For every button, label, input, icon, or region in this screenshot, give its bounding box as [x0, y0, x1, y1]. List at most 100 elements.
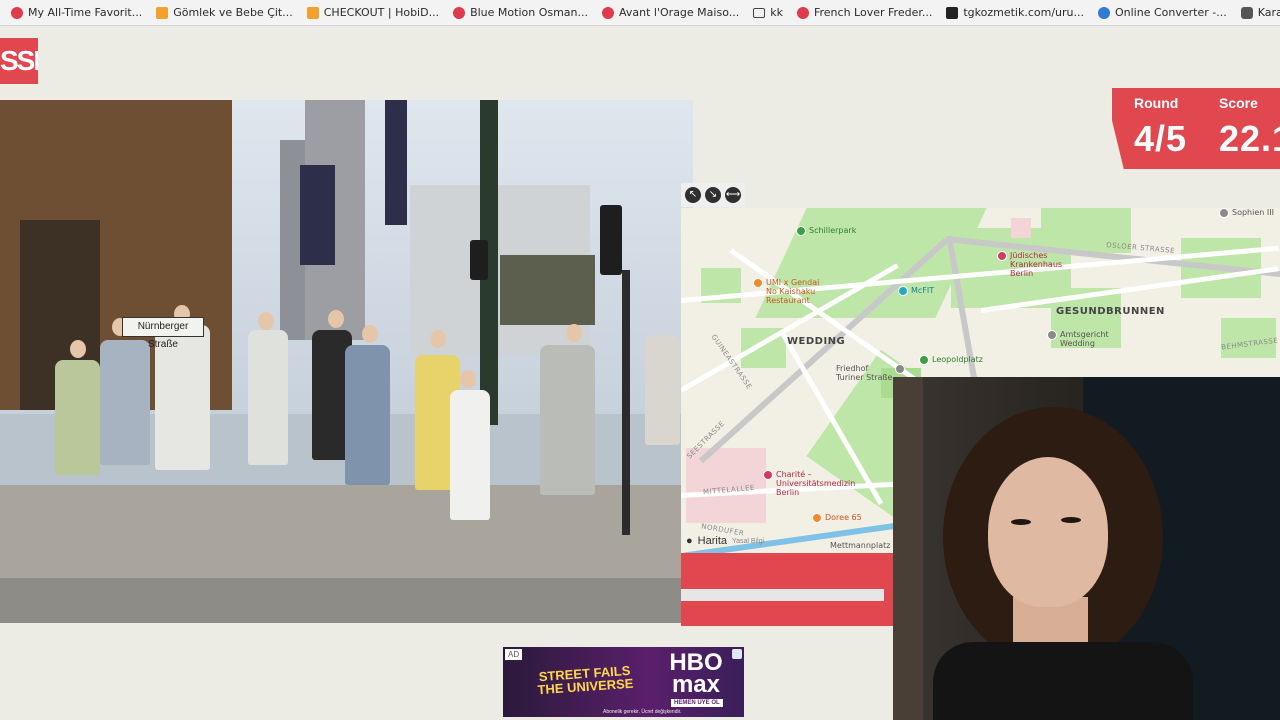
webcam-overlay [893, 377, 1280, 720]
map-resize-track[interactable] [681, 589, 884, 601]
bookmark-item[interactable]: kk [746, 2, 790, 24]
favicon-icon [1098, 6, 1110, 19]
map-district-label: GESUNDBRUNNEN [1056, 306, 1165, 317]
pano-traffic-light [600, 205, 622, 275]
map-poi-label: Sophien III [1232, 208, 1274, 217]
map-poi[interactable]: Leopoldplatz [919, 355, 983, 365]
pano-person-head [430, 330, 446, 348]
pano-person-head [70, 340, 86, 358]
pano-light-pole [622, 270, 630, 535]
map-poi[interactable]: Jüdisches Krankenhaus Berlin [997, 251, 1062, 278]
pano-person-child [450, 390, 490, 520]
favicon-icon [453, 6, 466, 19]
pano-person [100, 340, 150, 465]
pano-person-head [328, 310, 344, 328]
map-poi-hospital-icon [763, 470, 773, 480]
map-poi-building-icon [1219, 208, 1229, 218]
bookmark-label: kk [770, 6, 783, 19]
bookmark-label: Avant l'Orage Maiso... [619, 6, 740, 19]
map-poi-park-icon [796, 226, 806, 236]
map-brand-label: Harita [697, 535, 727, 547]
map-poi-hospital-icon [997, 251, 1007, 261]
map-pin-icon[interactable]: ⟷ [725, 187, 741, 203]
ad-close-icon[interactable] [732, 649, 742, 659]
bookmark-label: Online Converter -... [1115, 6, 1227, 19]
map-poi-label: McFIT [911, 286, 935, 295]
bookmark-item[interactable]: My All-Time Favorit... [4, 2, 149, 24]
pano-person [248, 330, 288, 465]
map-poi[interactable]: Doree 65 [812, 513, 862, 523]
favicon-icon [156, 6, 169, 19]
pano-banner-2 [385, 100, 407, 225]
map-poi-restaurant-icon [753, 278, 763, 288]
pano-person-head [362, 325, 378, 343]
map-poi[interactable]: Schillerpark [796, 226, 856, 236]
map-poi-label: Doree 65 [825, 513, 862, 522]
bookmark-item[interactable]: Avant l'Orage Maiso... [595, 2, 746, 24]
advertisement-banner[interactable]: AD STREET FAILS THE UNIVERSE HBO max HEM… [503, 647, 744, 717]
street-view-panorama[interactable]: Nürnberger Straße [0, 100, 693, 623]
map-poi-label: Jüdisches Krankenhaus Berlin [1010, 251, 1063, 278]
map-poi-building-icon [1047, 330, 1057, 340]
bookmark-label: tgkozmetik.com/uru... [963, 6, 1084, 19]
map-hospital-area [1011, 218, 1031, 238]
ad-badge: AD [505, 649, 523, 660]
map-poi-label: UMI x Gendai No Kaishaku Restaurant [766, 278, 820, 305]
map-poi-label: Leopoldplatz [932, 355, 983, 364]
bookmark-item[interactable]: CHECKOUT | HobiD... [300, 2, 446, 24]
map-shrink-icon[interactable]: ↘ [705, 187, 721, 203]
bookmark-label: CHECKOUT | HobiD... [323, 6, 440, 19]
bookmark-item[interactable]: tgkozmetik.com/uru... [939, 2, 1091, 24]
map-poi-label: Amtsgericht Wedding [1060, 330, 1109, 348]
map-poi[interactable]: Charité – Universitätsmedizin Berlin [763, 470, 855, 497]
folder-icon [753, 7, 766, 18]
map-attribution: ● Harita Yasal Bilgi [686, 535, 764, 547]
map-place-label: Mettmannplatz [830, 541, 891, 550]
bookmark-item[interactable]: Online Converter -... [1091, 2, 1234, 24]
site-logo[interactable]: SSR [0, 38, 38, 84]
favicon-icon [602, 6, 615, 19]
pano-person [345, 345, 390, 485]
pano-person-head [566, 324, 582, 342]
map-size-controls: ↖ ↘ ⟷ [681, 183, 745, 207]
webcam-top [933, 642, 1193, 720]
ad-cta-button[interactable]: HEMEN ÜYE OL [671, 699, 723, 707]
map-poi-restaurant-icon [812, 513, 822, 523]
apple-icon: ● [686, 535, 693, 547]
webcam-eye [1011, 519, 1031, 525]
bookmark-item[interactable]: Blue Motion Osman... [446, 2, 595, 24]
pano-person-head [460, 370, 476, 388]
score-panel: Round 4/5 Score 22.1 [1112, 88, 1280, 169]
bookmark-item[interactable]: Gömlek ve Bebe Çit... [149, 2, 300, 24]
bookmark-label: French Lover Freder... [813, 6, 933, 19]
pano-person [55, 360, 100, 475]
webcam-wall [893, 377, 923, 720]
ad-logo: HBO max [669, 649, 723, 698]
favicon-icon [796, 6, 809, 19]
score-label: Score [1219, 95, 1258, 111]
map-legal-link[interactable]: Yasal Bilgi [732, 538, 764, 545]
map-expand-icon[interactable]: ↖ [685, 187, 701, 203]
bookmark-item[interactable]: French Lover Freder... [790, 2, 939, 24]
pano-street-sign: Nürnberger Straße [122, 317, 204, 350]
map-district-label: WEDDING [787, 336, 846, 347]
bookmark-item[interactable]: Karaca Coffee Art 1... [1234, 2, 1280, 24]
map-poi[interactable]: Sophien III [1219, 208, 1274, 218]
pano-banner [300, 165, 335, 265]
map-poi-label: Schillerpark [809, 226, 857, 235]
pano-person-head [258, 312, 274, 330]
bookmark-label: My All-Time Favorit... [28, 6, 143, 19]
map-poi[interactable]: McFIT [898, 286, 934, 296]
favicon-icon [306, 6, 319, 19]
map-poi-gym-icon [898, 286, 908, 296]
round-label: Round [1134, 95, 1179, 111]
map-poi-cemetery-icon [895, 364, 906, 374]
bookmark-label: Karaca Coffee Art 1... [1257, 6, 1280, 19]
webcam-eye [1061, 517, 1081, 523]
map-poi[interactable]: Amtsgericht Wedding [1047, 330, 1109, 348]
bookmark-label: Gömlek ve Bebe Çit... [173, 6, 293, 19]
map-poi[interactable]: UMI x Gendai No Kaishaku Restaurant [753, 278, 819, 305]
pano-sidewalk [0, 485, 693, 580]
pano-person [645, 335, 680, 445]
pano-road [0, 578, 693, 623]
